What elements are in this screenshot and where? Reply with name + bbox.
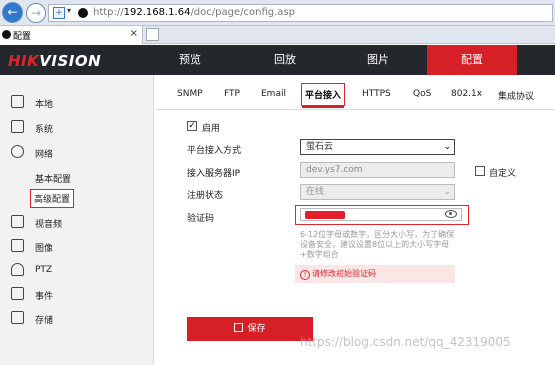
sidebar-item-image[interactable]: 图像 [0,235,154,257]
server-ip-label: 接入服务器IP [187,169,241,179]
verify-code-label: 验证码 [187,214,215,224]
tab-ftp[interactable]: FTP [224,89,240,99]
verify-code-hint: 6-12位字母或数字，区分大小写，为了确保设备安全，建议设置8位以上的大小写字母… [300,230,455,259]
favicon-icon [2,30,11,39]
site-compat-icon[interactable]: + [53,7,65,19]
sidebar-item-video-audio[interactable]: 视音频 [0,211,154,233]
nav-preview[interactable]: 预览 [145,45,235,75]
save-button[interactable]: 保存 [187,317,313,341]
chevron-down-icon: ⌄ [443,187,451,197]
nav-configuration[interactable]: 配置 [427,45,517,75]
tab-title: 配置 [13,32,32,42]
register-status-label: 注册状态 [187,191,224,201]
sidebar-item-event[interactable]: 事件 [0,283,154,305]
sidebar-item-network[interactable]: 网络 [0,141,154,163]
tab-platform-access[interactable]: 平台接入 [301,83,346,108]
sidebar-sub-advanced-config[interactable]: 高级配置 [30,189,75,208]
sidebar-item-local[interactable]: 本地 [0,91,154,113]
calendar-icon [11,287,24,300]
access-mode-select[interactable]: 萤石云 ⌄ [300,139,455,155]
system-icon [11,120,24,133]
url-input[interactable]: + ▾ http://192.168.1.64/doc/page/config.… [48,4,553,22]
sidebar-item-storage[interactable]: 存储 [0,307,154,329]
image-icon [11,239,24,252]
monitor-icon [11,95,24,108]
server-ip-field: dev.ys7.com [300,162,455,178]
tab-email[interactable]: Email [261,89,286,99]
watermark: https://blog.csdn.net/qq_42319005 [300,335,511,349]
warning-icon: ! [300,270,310,280]
redacted-value [305,211,345,219]
chevron-down-icon[interactable]: ▾ [67,6,71,15]
storage-icon [11,311,24,324]
sub-tab-bar: SNMP FTP Email 平台接入 HTTPS QoS 802.1x 集成协… [155,75,555,110]
new-tab-button[interactable] [146,28,159,41]
tab-qos[interactable]: QoS [413,89,431,99]
main-content: SNMP FTP Email 平台接入 HTTPS QoS 802.1x 集成协… [155,75,555,365]
chevron-down-icon: ⌄ [443,142,451,152]
enable-label: 启用 [202,124,221,134]
ptz-icon [11,263,24,276]
register-status-select: 在线 ⌄ [300,184,455,200]
close-icon[interactable]: × [130,28,138,39]
verify-code-highlight [295,205,469,225]
back-arrow-icon[interactable]: ← [2,2,23,23]
custom-checkbox[interactable] [475,166,485,176]
tab-snmp[interactable]: SNMP [177,89,203,99]
save-icon [234,323,244,332]
tab-integration-protocol[interactable]: 集成协议 [498,89,534,102]
sidebar-item-ptz[interactable]: PTZ [0,259,154,281]
nav-playback[interactable]: 回放 [240,45,330,75]
enable-checkbox[interactable]: ✓ [187,121,197,131]
forward-arrow-icon[interactable]: → [26,3,46,23]
eye-icon[interactable] [445,210,457,218]
sidebar-item-system[interactable]: 系统 [0,116,154,138]
globe-icon [11,145,24,158]
favicon-icon [78,8,88,18]
tab-strip: 配置 × [0,26,555,44]
verify-code-input[interactable] [300,208,462,221]
app-header: HIKVISION 预览 回放 图片 配置 [0,45,555,75]
access-mode-label: 平台接入方式 [187,146,242,156]
warning-banner: ! 请修改初始验证码 [295,265,455,283]
tab-8021x[interactable]: 802.1x [451,89,482,99]
sidebar: 本地 系统 网络 基本配置 高级配置 视音频 图像 PTZ 事件 存储 [0,75,154,365]
browser-address-bar: ← → + ▾ http://192.168.1.64/doc/page/con… [0,0,555,26]
custom-label: 自定义 [489,169,517,179]
sidebar-sub-basic-config[interactable]: 基本配置 [35,172,71,185]
hikvision-logo: HIKVISION [8,52,102,70]
browser-tab[interactable]: 配置 × [0,26,143,44]
tab-https[interactable]: HTTPS [362,89,391,99]
nav-picture[interactable]: 图片 [333,45,423,75]
url-text[interactable]: http://192.168.1.64/doc/page/config.asp [93,7,295,18]
video-audio-icon [11,215,24,228]
